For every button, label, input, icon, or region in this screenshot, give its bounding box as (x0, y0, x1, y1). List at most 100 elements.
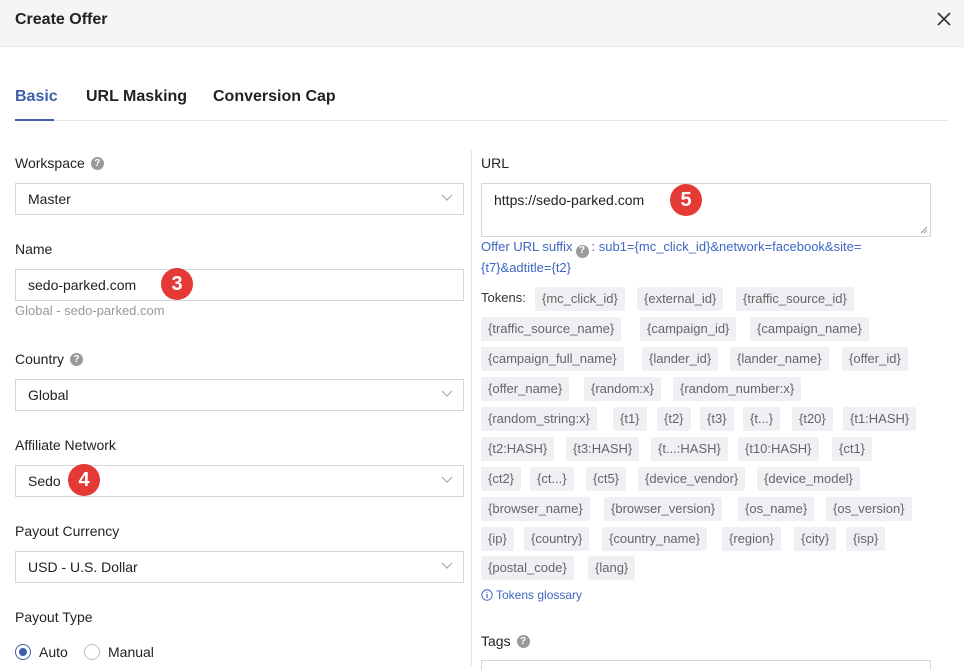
tags-label: Tags ? (481, 633, 530, 649)
token-chip[interactable]: {t10:HASH} (738, 437, 819, 461)
payout-currency-select[interactable]: USD - U.S. Dollar (15, 551, 464, 583)
token-chip[interactable]: {browser_name} (481, 497, 590, 521)
suffix-label: Offer URL suffix (481, 239, 573, 254)
tab-basic[interactable]: Basic (15, 88, 58, 106)
name-label: Name (15, 241, 52, 257)
chevron-down-icon (441, 476, 453, 483)
token-chip[interactable]: {t1} (613, 407, 647, 431)
token-chip[interactable]: {t1:HASH} (843, 407, 917, 431)
token-chip[interactable]: {offer_id} (842, 347, 908, 371)
token-chip[interactable]: {traffic_source_id} (736, 287, 854, 311)
token-chip[interactable]: {postal_code} (481, 556, 574, 580)
affiliate-network-label-text: Affiliate Network (15, 437, 116, 453)
token-chip[interactable]: {ct2} (481, 467, 522, 491)
help-icon[interactable]: ? (575, 244, 589, 258)
radio-auto[interactable] (15, 644, 31, 660)
token-chip[interactable]: {random_number:x} (673, 377, 802, 401)
workspace-label: Workspace ? (15, 155, 104, 171)
token-chip[interactable]: {t20} (792, 407, 833, 431)
token-chip[interactable]: {os_name} (738, 497, 815, 521)
token-chip[interactable]: {t...} (743, 407, 781, 431)
token-chip[interactable]: {offer_name} (481, 377, 570, 401)
token-chip[interactable]: {browser_version} (604, 497, 723, 521)
dialog-title: Create Offer (15, 11, 108, 28)
name-hint: Global - sedo-parked.com (15, 303, 165, 318)
radio-manual-label[interactable]: Manual (108, 644, 154, 660)
token-chip[interactable]: {os_version} (826, 497, 912, 521)
country-label-text: Country (15, 351, 65, 367)
chevron-down-icon (441, 194, 453, 201)
token-chip[interactable]: {mc_click_id} (535, 287, 625, 311)
token-chip[interactable]: {lander_id} (642, 347, 719, 371)
tab-bar: Basic URL Masking Conversion Cap (15, 78, 948, 121)
chevron-down-icon (441, 390, 453, 397)
token-chip[interactable]: {ct5} (586, 467, 627, 491)
annotation-badge-5: 5 (670, 184, 702, 216)
annotation-badge-3: 3 (161, 268, 193, 300)
token-chip[interactable]: {ct...} (530, 467, 574, 491)
column-divider (471, 150, 472, 666)
token-chip[interactable]: {campaign_name} (750, 317, 869, 341)
tags-input[interactable] (481, 660, 931, 670)
token-chip[interactable]: {country} (524, 527, 590, 551)
url-label-text: URL (481, 155, 510, 171)
offer-url-suffix: Offer URL suffix?: sub1={mc_click_id}&ne… (481, 237, 901, 278)
workspace-select[interactable]: Master (15, 183, 464, 215)
name-value: sedo-parked.com (28, 277, 137, 293)
tab-conversion-cap[interactable]: Conversion Cap (213, 88, 336, 106)
token-chip[interactable]: {t3} (700, 407, 734, 431)
url-value: https://sedo-parked.com (494, 192, 645, 208)
name-label-text: Name (15, 241, 53, 257)
active-tab-indicator (15, 119, 54, 121)
chevron-down-icon (441, 562, 453, 569)
token-chip[interactable]: {random:x} (584, 377, 661, 401)
payout-currency-value: USD - U.S. Dollar (28, 559, 138, 575)
affiliate-network-value: Sedo (28, 473, 61, 489)
token-chip[interactable]: {device_vendor} (638, 467, 746, 491)
token-chip[interactable]: {ct1} (832, 437, 873, 461)
token-chip[interactable]: {region} (722, 527, 781, 551)
token-chip[interactable]: {device_model} (757, 467, 860, 491)
token-chip[interactable]: {isp} (846, 527, 886, 551)
token-chip[interactable]: {t...:HASH} (651, 437, 728, 461)
workspace-label-text: Workspace (15, 155, 85, 171)
help-icon[interactable]: ? (516, 634, 530, 648)
dialog-header: Create Offer (0, 0, 964, 47)
annotation-badge-4: 4 (68, 464, 100, 496)
token-chip[interactable]: {external_id} (637, 287, 724, 311)
token-chip[interactable]: {campaign_full_name} (481, 347, 624, 371)
token-chip[interactable]: {lander_name} (730, 347, 829, 371)
token-chip[interactable]: {t2} (657, 407, 691, 431)
resize-handle-icon[interactable] (920, 226, 928, 234)
name-input[interactable]: sedo-parked.com (15, 269, 464, 301)
payout-currency-label: Payout Currency (15, 523, 119, 539)
token-chip[interactable]: {ip} (481, 527, 514, 551)
help-icon[interactable]: ? (90, 156, 104, 170)
payout-type-label-text: Payout Type (15, 609, 93, 625)
country-label: Country ? (15, 351, 84, 367)
tokens-glossary-link[interactable]: Tokens glossary (481, 588, 582, 602)
token-chip[interactable]: {t3:HASH} (566, 437, 640, 461)
token-chip[interactable]: {random_string:x} (481, 407, 597, 431)
payout-currency-label-text: Payout Currency (15, 523, 120, 539)
help-icon[interactable]: ? (70, 352, 84, 366)
token-chip[interactable]: {country_name} (602, 527, 708, 551)
token-chip[interactable]: {city} (794, 527, 837, 551)
tags-label-text: Tags (481, 633, 511, 649)
radio-auto-label[interactable]: Auto (39, 644, 68, 660)
token-chip[interactable]: {t2:HASH} (481, 437, 555, 461)
token-chip[interactable]: {traffic_source_name} (481, 317, 622, 341)
suffix-value-1: : sub1={mc_click_id}&network=facebook&si… (591, 239, 862, 254)
url-textarea[interactable]: https://sedo-parked.com (481, 183, 931, 237)
radio-manual[interactable] (84, 644, 100, 660)
close-icon[interactable] (934, 9, 954, 29)
payout-type-label: Payout Type (15, 609, 93, 625)
country-value: Global (28, 387, 69, 403)
token-chip[interactable]: {campaign_id} (640, 317, 737, 341)
tab-url-masking[interactable]: URL Masking (86, 88, 187, 106)
tokens-label: Tokens: (481, 290, 526, 305)
affiliate-network-label: Affiliate Network (15, 437, 116, 453)
tokens-glossary-label: Tokens glossary (496, 588, 583, 602)
token-chip[interactable]: {lang} (588, 556, 636, 580)
country-select[interactable]: Global (15, 379, 464, 411)
